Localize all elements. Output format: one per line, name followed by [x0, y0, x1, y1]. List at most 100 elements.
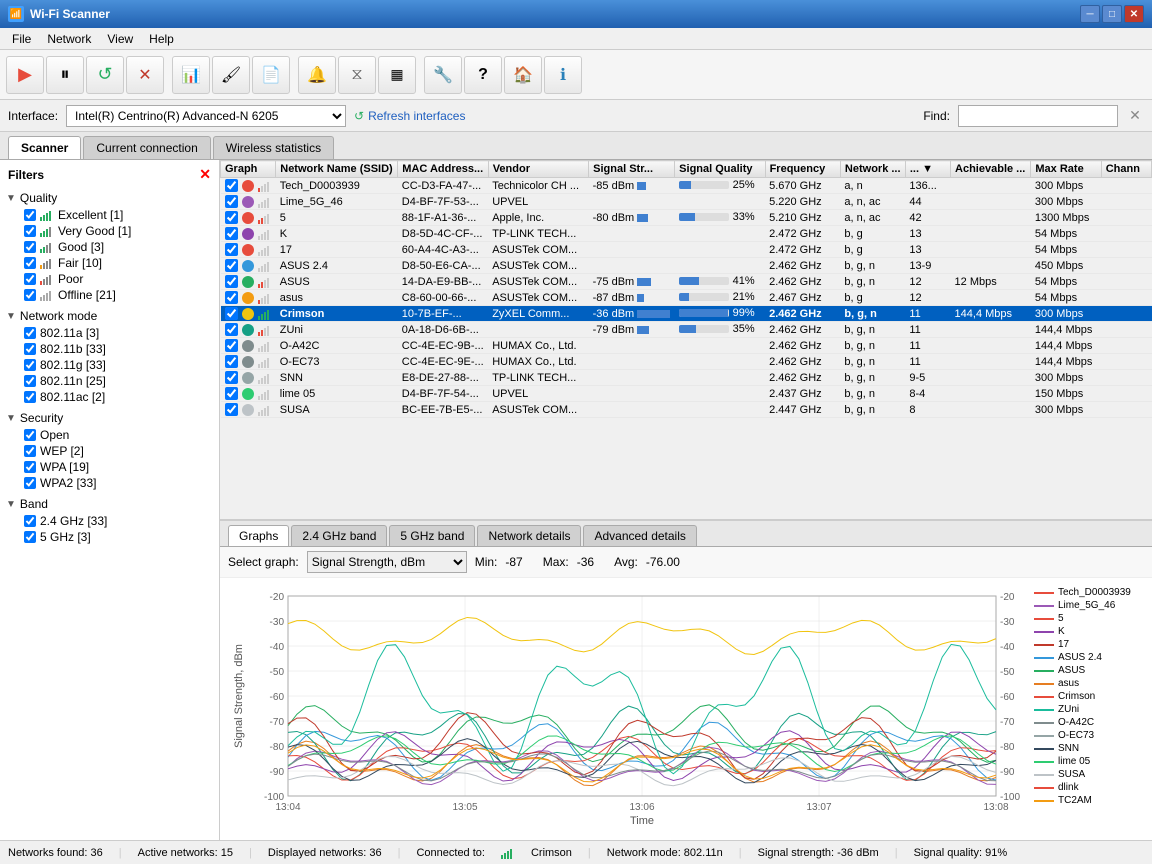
- refresh-interfaces-button[interactable]: ↺ Refresh interfaces: [354, 105, 465, 127]
- quality-group[interactable]: ▼ Quality: [4, 189, 215, 207]
- network-name: ASUS: [276, 274, 398, 290]
- col-signal-str[interactable]: Signal Str...: [589, 161, 675, 178]
- vendor: Apple, Inc.: [488, 210, 588, 226]
- channel: [1101, 178, 1151, 194]
- signal-button[interactable]: 📊: [172, 56, 210, 94]
- row-checkbox[interactable]: [225, 307, 238, 320]
- menu-file[interactable]: File: [4, 30, 39, 48]
- col-graph[interactable]: Graph: [221, 161, 276, 178]
- col-network[interactable]: Network ...: [840, 161, 905, 178]
- col-maxrate[interactable]: Max Rate: [1031, 161, 1101, 178]
- filters-clear-button[interactable]: ✕: [199, 166, 211, 183]
- menu-network[interactable]: Network: [39, 30, 99, 48]
- mode-80211a-check[interactable]: [24, 327, 36, 339]
- bottom-tab-graphs[interactable]: Graphs: [228, 525, 289, 546]
- graph-type-select[interactable]: Signal Strength, dBm: [307, 551, 467, 573]
- security-group[interactable]: ▼ Security: [4, 409, 215, 427]
- signal-quality: 41%: [675, 274, 765, 290]
- max-rate: 300 Mbps: [1031, 178, 1101, 194]
- quality-poor-check[interactable]: [24, 273, 36, 285]
- wrench-button[interactable]: 🔧: [424, 56, 462, 94]
- band-24ghz-check[interactable]: [24, 515, 36, 527]
- quality-verygood-check[interactable]: [24, 225, 36, 237]
- home-button[interactable]: 🏠: [504, 56, 542, 94]
- tab-wireless-statistics[interactable]: Wireless statistics: [213, 136, 334, 159]
- band-group[interactable]: ▼ Band: [4, 495, 215, 513]
- tab-current-connection[interactable]: Current connection: [83, 136, 210, 159]
- col-extra[interactable]: ... ▼: [905, 161, 950, 178]
- minimize-button[interactable]: ─: [1080, 5, 1100, 23]
- pause-button[interactable]: ⏸: [46, 56, 84, 94]
- bottom-tab-24ghz[interactable]: 2.4 GHz band: [291, 525, 387, 546]
- start-button[interactable]: ▶: [6, 56, 44, 94]
- quality-excellent: Excellent [1]: [4, 207, 215, 223]
- network-mode-group[interactable]: ▼ Network mode: [4, 307, 215, 325]
- row-checkbox[interactable]: [225, 227, 238, 240]
- alert-button[interactable]: 🔔: [298, 56, 336, 94]
- close-button[interactable]: ✕: [1124, 5, 1144, 23]
- row-checkbox[interactable]: [225, 195, 238, 208]
- row-checkbox[interactable]: [225, 275, 238, 288]
- mode-80211a-label: 802.11a [3]: [40, 326, 99, 340]
- filter-button[interactable]: ⧖: [338, 56, 376, 94]
- band-5ghz-check[interactable]: [24, 531, 36, 543]
- row-checkbox[interactable]: [225, 211, 238, 224]
- maximize-button[interactable]: □: [1102, 5, 1122, 23]
- paint-button[interactable]: 🖌: [212, 56, 250, 94]
- security-wpa2-check[interactable]: [24, 477, 36, 489]
- tab-scanner[interactable]: Scanner: [8, 136, 81, 159]
- col-mac[interactable]: MAC Address...: [398, 161, 488, 178]
- bottom-tab-5ghz[interactable]: 5 GHz band: [389, 525, 475, 546]
- signal-strength-icon: [258, 404, 272, 416]
- menu-help[interactable]: Help: [141, 30, 182, 48]
- mode-80211ac-check[interactable]: [24, 391, 36, 403]
- refresh-button[interactable]: ↺: [86, 56, 124, 94]
- col-achievable[interactable]: Achievable ...: [951, 161, 1031, 178]
- interface-select[interactable]: Intel(R) Centrino(R) Advanced-N 6205: [66, 105, 346, 127]
- band-label: Band: [20, 497, 48, 511]
- quality-fair-check[interactable]: [24, 257, 36, 269]
- row-checkbox[interactable]: [225, 323, 238, 336]
- stop-button[interactable]: ✕: [126, 56, 164, 94]
- quality-offline-check[interactable]: [24, 289, 36, 301]
- table-button[interactable]: ▦: [378, 56, 416, 94]
- row-checkbox[interactable]: [225, 179, 238, 192]
- info-button[interactable]: ℹ: [544, 56, 582, 94]
- row-checkbox[interactable]: [225, 339, 238, 352]
- menu-view[interactable]: View: [99, 30, 141, 48]
- security-wep-check[interactable]: [24, 445, 36, 457]
- row-checkbox[interactable]: [225, 243, 238, 256]
- row-checkbox[interactable]: [225, 259, 238, 272]
- col-channel[interactable]: Chann: [1101, 161, 1151, 178]
- interface-label: Interface:: [8, 109, 58, 123]
- help-button[interactable]: ?: [464, 56, 502, 94]
- row-checkbox[interactable]: [225, 403, 238, 416]
- frequency: 2.462 GHz: [765, 354, 840, 370]
- bottom-tab-advanced[interactable]: Advanced details: [583, 525, 696, 546]
- search-input[interactable]: [958, 105, 1118, 127]
- filters-label: Filters: [8, 168, 44, 182]
- security-wpa-check[interactable]: [24, 461, 36, 473]
- security-open-check[interactable]: [24, 429, 36, 441]
- quality-good-check[interactable]: [24, 241, 36, 253]
- mode-80211g-check[interactable]: [24, 359, 36, 371]
- col-signal-qual[interactable]: Signal Quality: [675, 161, 765, 178]
- row-checkbox[interactable]: [225, 355, 238, 368]
- row-checkbox[interactable]: [225, 371, 238, 384]
- mode-80211n-check[interactable]: [24, 375, 36, 387]
- find-clear-button[interactable]: ✕: [1126, 107, 1144, 125]
- export-button[interactable]: 📄: [252, 56, 290, 94]
- network-name: O-A42C: [276, 338, 398, 354]
- quality-offline-label: Offline [21]: [58, 288, 116, 302]
- row-checkbox[interactable]: [225, 291, 238, 304]
- channel: [1101, 386, 1151, 402]
- bottom-tab-network-details[interactable]: Network details: [477, 525, 581, 546]
- quality-excellent-check[interactable]: [24, 209, 36, 221]
- legend-label: lime 05: [1058, 756, 1090, 767]
- col-freq[interactable]: Frequency: [765, 161, 840, 178]
- col-vendor[interactable]: Vendor: [488, 161, 588, 178]
- mode-80211b-check[interactable]: [24, 343, 36, 355]
- network-table-area[interactable]: Graph Network Name (SSID) MAC Address...…: [220, 160, 1152, 520]
- col-ssid[interactable]: Network Name (SSID): [276, 161, 398, 178]
- row-checkbox[interactable]: [225, 387, 238, 400]
